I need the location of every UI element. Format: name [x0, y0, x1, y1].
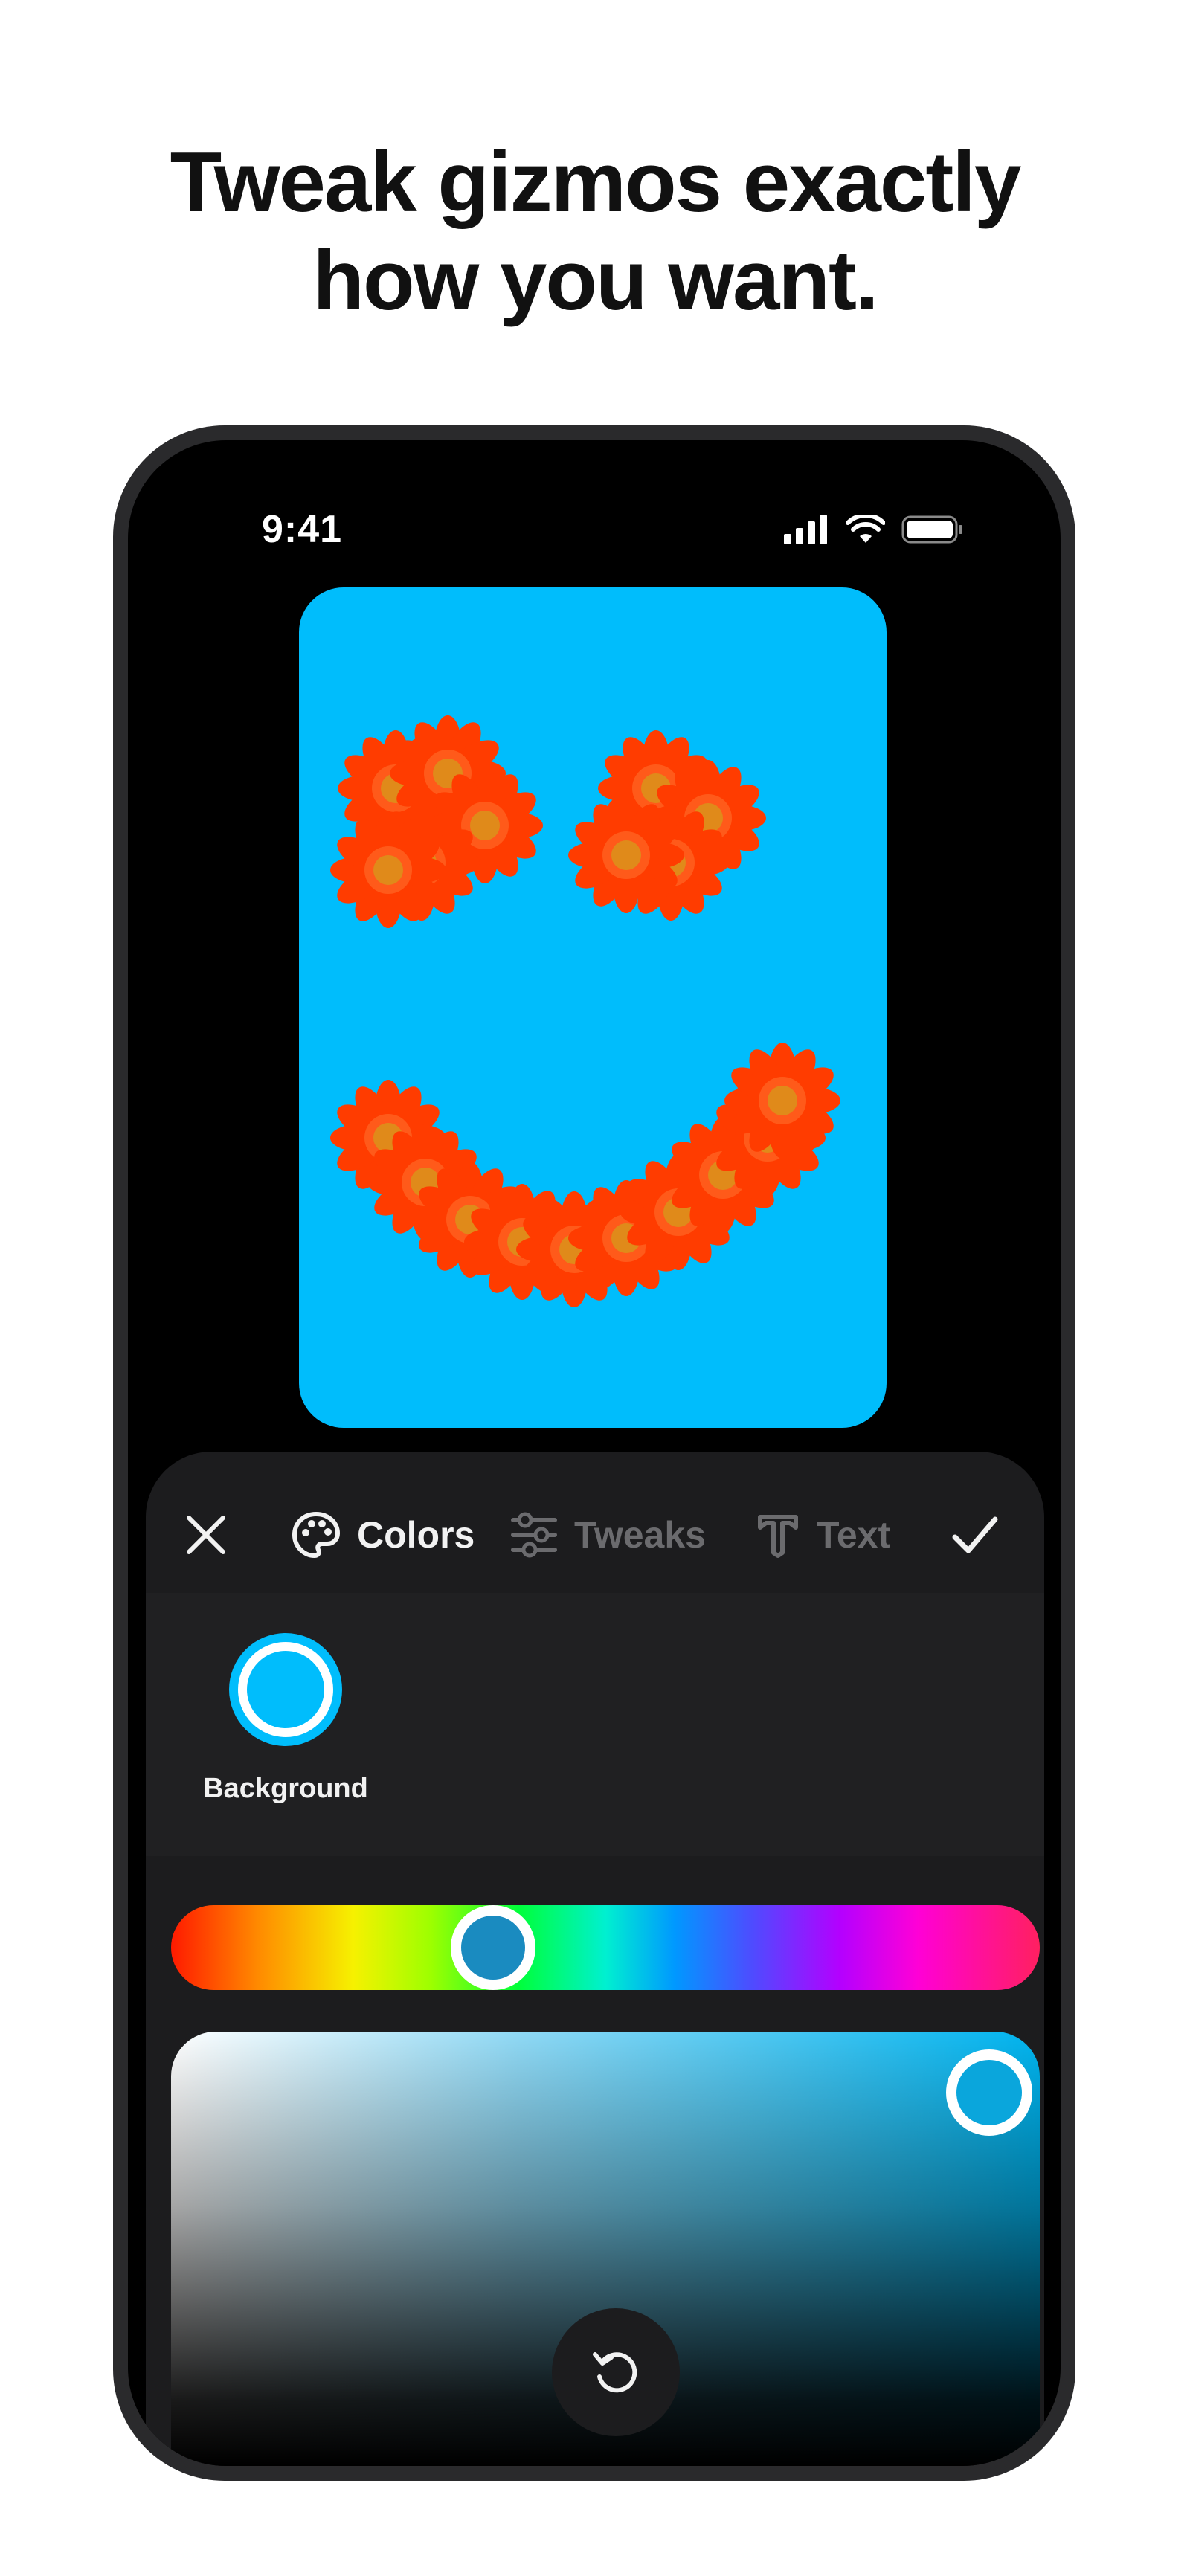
tab-colors[interactable]: Colors — [292, 1496, 475, 1574]
hue-slider[interactable] — [171, 1905, 1040, 1990]
reset-button[interactable] — [552, 2308, 680, 2436]
wifi-icon — [846, 515, 885, 543]
background-swatch-label: Background — [203, 1773, 368, 1804]
battery-icon — [901, 515, 962, 544]
editor-toolbar: Colors Tweaks Text — [146, 1496, 1044, 1574]
tab-text-label: Text — [817, 1514, 891, 1556]
gizmo-preview[interactable] — [299, 587, 887, 1428]
background-swatch-fill — [238, 1642, 333, 1737]
hue-slider-thumb[interactable] — [451, 1905, 536, 1990]
confirm-button[interactable] — [951, 1496, 1000, 1574]
headline-line-1: Tweak gizmos exactly — [170, 135, 1022, 230]
status-time: 9:41 — [262, 508, 343, 551]
tab-colors-label: Colors — [357, 1514, 475, 1556]
close-icon — [187, 1516, 225, 1554]
tab-tweaks-label: Tweaks — [574, 1514, 706, 1556]
background-swatch[interactable] — [229, 1633, 342, 1746]
tab-tweaks[interactable]: Tweaks — [510, 1496, 706, 1574]
flower-smiley-image — [330, 715, 840, 1307]
signal-icon — [784, 515, 827, 544]
saturation-brightness-thumb[interactable] — [946, 2049, 1032, 2136]
text-icon — [758, 1515, 798, 1558]
palette-icon — [292, 1511, 341, 1559]
edit-panel: Colors Tweaks Text Background — [146, 1452, 1044, 2466]
phone-frame: 9:41 Colors Tweaks Text Background — [113, 425, 1075, 2481]
color-targets: Background — [146, 1593, 1044, 1856]
phone-screen: 9:41 Colors Tweaks Text Background — [128, 440, 1061, 2466]
tab-text[interactable]: Text — [756, 1496, 890, 1574]
sliders-icon — [511, 1512, 557, 1558]
checkmark-icon — [952, 1516, 998, 1553]
status-icons — [784, 513, 964, 546]
reset-icon — [593, 2352, 637, 2393]
close-button[interactable] — [184, 1496, 228, 1574]
headline-line-2: how you want. — [312, 234, 878, 328]
headline: Tweak gizmos exactly how you want. — [0, 134, 1190, 330]
